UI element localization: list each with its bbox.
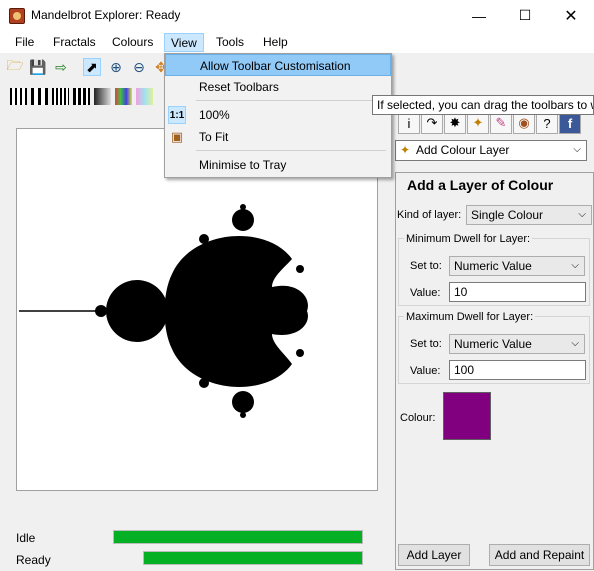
kind-of-layer-value: Single Colour bbox=[471, 208, 544, 222]
min-set-to-label: Set to: bbox=[410, 260, 442, 272]
menu-file[interactable]: File bbox=[9, 33, 40, 52]
min-value-input[interactable]: 10 bbox=[449, 282, 586, 302]
fractal-canvas[interactable] bbox=[16, 128, 378, 491]
menu-tools[interactable]: Tools bbox=[210, 33, 250, 52]
maximize-button[interactable]: ☐ bbox=[502, 0, 548, 31]
window-title: Mandelbrot Explorer: Ready bbox=[31, 8, 181, 22]
ready-progress-bar bbox=[143, 551, 363, 565]
max-set-to-select[interactable]: Numeric Value ⌵ bbox=[449, 334, 585, 354]
chevron-down-icon: ⌵ bbox=[573, 144, 581, 155]
colour-label: Colour: bbox=[400, 412, 436, 424]
menu-colours[interactable]: Colours bbox=[106, 33, 159, 52]
palette-stripes-2[interactable] bbox=[31, 88, 48, 105]
palette-stripes-3[interactable] bbox=[52, 88, 69, 105]
palette-grey[interactable] bbox=[94, 88, 111, 105]
min-set-to-value: Numeric Value bbox=[454, 259, 532, 273]
palette-stripes-1[interactable] bbox=[10, 88, 27, 105]
menu-item-100-percent[interactable]: 100% bbox=[165, 104, 391, 126]
palette-stripes-4[interactable] bbox=[73, 88, 90, 105]
minimum-dwell-label: Minimum Dwell for Layer: bbox=[404, 233, 533, 245]
menu-item-to-fit[interactable]: To Fit bbox=[165, 126, 391, 148]
target-icon[interactable]: ◉ bbox=[513, 112, 535, 134]
idle-progress-bar bbox=[113, 530, 363, 544]
panel-title: Add a Layer of Colour bbox=[407, 177, 554, 193]
open-folder-icon[interactable]: 🗁 bbox=[6, 57, 24, 76]
minimize-button[interactable]: — bbox=[456, 0, 502, 31]
redo-arrow-icon[interactable]: ↷ bbox=[421, 112, 443, 134]
palette-rainbow[interactable] bbox=[115, 88, 132, 105]
menu-view[interactable]: View bbox=[164, 33, 204, 52]
add-layer-button[interactable]: Add Layer bbox=[398, 544, 470, 566]
layer-type-combo[interactable]: ✦ Add Colour Layer ⌵ bbox=[395, 140, 587, 161]
zoom-out-icon[interactable]: ⊖ bbox=[130, 58, 148, 76]
info-icon[interactable]: i bbox=[398, 112, 420, 134]
wand-icon: ✦ bbox=[400, 143, 411, 157]
add-layer-wand-icon[interactable]: ✦ bbox=[467, 112, 489, 134]
palette-toolbar bbox=[10, 88, 153, 106]
help-icon[interactable]: ? bbox=[536, 112, 558, 134]
max-set-to-value: Numeric Value bbox=[454, 337, 532, 351]
max-set-to-label: Set to: bbox=[410, 338, 442, 350]
menu-item-minimise-to-tray[interactable]: Minimise to Tray bbox=[165, 154, 391, 176]
max-value-input[interactable]: 100 bbox=[449, 360, 586, 380]
palette-pastel[interactable] bbox=[136, 88, 153, 105]
min-value-label: Value: bbox=[410, 287, 441, 299]
maximum-dwell-label: Maximum Dwell for Layer: bbox=[404, 311, 536, 323]
layer-type-value: Add Colour Layer bbox=[416, 143, 510, 157]
status-idle-label: Idle bbox=[16, 531, 36, 545]
max-value-label: Value: bbox=[410, 365, 441, 377]
menu-item-allow-toolbar-customisation[interactable]: Allow Toolbar Customisation bbox=[165, 54, 391, 76]
mandelbrot-set-image bbox=[19, 204, 308, 418]
export-icon[interactable]: ⇨ bbox=[52, 58, 70, 76]
facebook-icon[interactable]: f bbox=[559, 112, 581, 134]
add-and-repaint-button[interactable]: Add and Repaint bbox=[489, 544, 590, 566]
app-icon bbox=[9, 8, 25, 24]
save-icon[interactable]: 💾 bbox=[29, 58, 47, 76]
min-set-to-select[interactable]: Numeric Value ⌵ bbox=[449, 256, 585, 276]
zoom-in-icon[interactable]: ⊕ bbox=[107, 58, 125, 76]
chevron-down-icon: ⌵ bbox=[578, 209, 586, 220]
paint-icon[interactable]: ✎ bbox=[490, 112, 512, 134]
menu-separator bbox=[196, 100, 386, 101]
colour-swatch[interactable] bbox=[443, 392, 491, 440]
kind-of-layer-select[interactable]: Single Colour ⌵ bbox=[466, 205, 592, 225]
tooltip: If selected, you can drag the toolbars t… bbox=[372, 95, 594, 115]
layer-toolbar: i ↷ ✸ ✦ ✎ ◉ ? f bbox=[393, 112, 591, 138]
close-button[interactable]: ✕ bbox=[548, 0, 594, 31]
status-ready-label: Ready bbox=[16, 553, 51, 567]
kind-of-layer-label: Kind of layer: bbox=[397, 209, 462, 221]
menu-separator bbox=[196, 150, 386, 151]
menu-help[interactable]: Help bbox=[257, 33, 294, 52]
pointer-icon[interactable]: ⬈ bbox=[83, 58, 101, 76]
dragon-icon[interactable]: ✸ bbox=[444, 112, 466, 134]
chevron-down-icon: ⌵ bbox=[571, 338, 579, 349]
menu-item-reset-toolbars[interactable]: Reset Toolbars bbox=[165, 76, 391, 98]
menu-fractals[interactable]: Fractals bbox=[47, 33, 102, 52]
chevron-down-icon: ⌵ bbox=[571, 260, 579, 271]
